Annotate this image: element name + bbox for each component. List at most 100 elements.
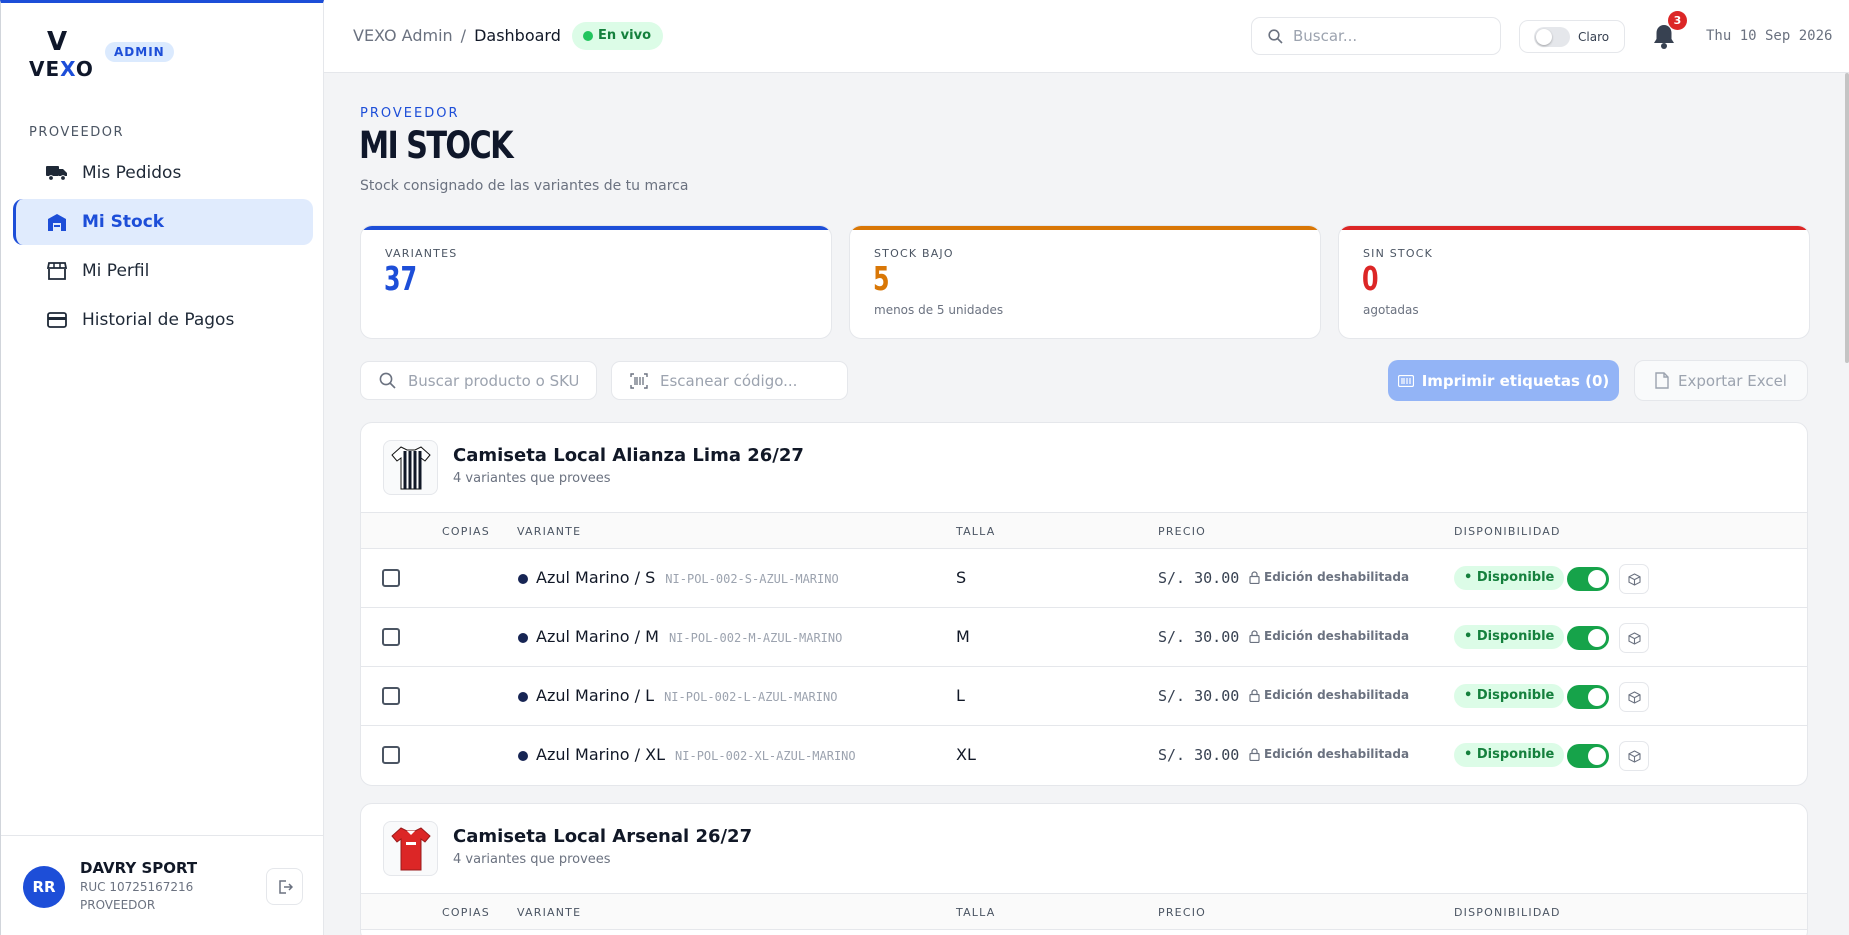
variant-sku: NI-POL-002-XL-AZUL-MARINO bbox=[675, 749, 856, 763]
sidebar-item-mi-perfil[interactable]: Mi Perfil bbox=[13, 248, 313, 294]
product-thumbnail bbox=[383, 821, 438, 876]
column-header-disponibilidad: DISPONIBILIDAD bbox=[1454, 525, 1561, 538]
logo-x: X bbox=[60, 57, 76, 81]
variant-name: Azul Marino / M bbox=[536, 627, 659, 646]
product-card-header: Camiseta Local Alianza Lima 26/27 4 vari… bbox=[361, 423, 1807, 512]
box-icon bbox=[1627, 690, 1641, 704]
variant-sku: NI-POL-002-S-AZUL-MARINO bbox=[665, 572, 839, 586]
row-checkbox[interactable] bbox=[382, 746, 400, 764]
breadcrumb-root[interactable]: VEXO Admin bbox=[353, 26, 453, 45]
product-search[interactable] bbox=[360, 361, 597, 400]
box-icon bbox=[1627, 749, 1641, 763]
availability-toggle[interactable] bbox=[1567, 685, 1609, 709]
search-icon bbox=[1268, 28, 1283, 44]
box-icon bbox=[1627, 631, 1641, 645]
edit-disabled-label: Edición deshabilitada bbox=[1264, 747, 1410, 761]
theme-toggle-switch[interactable] bbox=[1534, 26, 1570, 47]
availability-badge: • Disponible bbox=[1454, 625, 1565, 649]
product-name: Camiseta Local Alianza Lima 26/27 bbox=[453, 445, 804, 466]
product-name: Camiseta Local Arsenal 26/27 bbox=[453, 826, 753, 847]
current-date: Thu 10 Sep 2026 bbox=[1706, 28, 1833, 44]
theme-toggle-label: Claro bbox=[1578, 29, 1610, 44]
package-button[interactable] bbox=[1619, 682, 1649, 712]
column-header-copias: COPIAS bbox=[442, 525, 490, 538]
export-excel-label: Exportar Excel bbox=[1678, 371, 1787, 390]
box-icon bbox=[1627, 572, 1641, 586]
availability-badge: • Disponible bbox=[1454, 684, 1565, 708]
user-role: PROVEEDOR bbox=[80, 898, 156, 912]
sidebar-item-mis-pedidos[interactable]: Mis Pedidos bbox=[13, 150, 313, 196]
variant-sku: NI-POL-002-M-AZUL-MARINO bbox=[668, 631, 843, 645]
sidebar-item-mi-stock[interactable]: Mi Stock bbox=[13, 199, 313, 245]
edit-disabled-note: Edición deshabilitada bbox=[1249, 688, 1409, 702]
price-cell: S/. 30.00 bbox=[1158, 687, 1240, 705]
price-cell: S/. 30.00 bbox=[1158, 746, 1240, 764]
availability-toggle[interactable] bbox=[1567, 744, 1609, 768]
sidebar-nav: Mis Pedidos Mi Stock Mi Perfil Historial… bbox=[13, 150, 313, 346]
top-header: VEXO Admin / Dashboard En vivo Claro 3 Thu… bbox=[324, 0, 1849, 73]
sidebar-item-label: Mi Stock bbox=[82, 212, 165, 232]
page-scrollbar[interactable] bbox=[1845, 73, 1849, 363]
logo-post: O bbox=[75, 57, 94, 81]
availability-toggle[interactable] bbox=[1567, 567, 1609, 591]
availability-badge: • Disponible bbox=[1454, 566, 1565, 590]
logout-icon bbox=[278, 879, 293, 894]
row-checkbox[interactable] bbox=[382, 628, 400, 646]
stat-accent-bar bbox=[1339, 226, 1809, 230]
nav-section-label: PROVEEDOR bbox=[29, 125, 124, 140]
product-search-input[interactable] bbox=[408, 371, 578, 390]
stat-value: 37 bbox=[384, 259, 418, 298]
package-button[interactable] bbox=[1619, 741, 1649, 771]
package-button[interactable] bbox=[1619, 564, 1649, 594]
page-subtitle: Stock consignado de las variantes de tu … bbox=[360, 178, 689, 194]
price-cell: S/. 30.00 bbox=[1158, 628, 1240, 646]
size-cell: XL bbox=[956, 745, 976, 764]
theme-toggle[interactable]: Claro bbox=[1519, 20, 1625, 53]
color-swatch bbox=[518, 633, 528, 643]
product-card-alianza-lima: Camiseta Local Alianza Lima 26/27 4 vari… bbox=[360, 422, 1808, 786]
edit-disabled-label: Edición deshabilitada bbox=[1264, 570, 1410, 584]
print-labels-button[interactable]: Imprimir etiquetas (0) bbox=[1388, 360, 1619, 401]
row-checkbox[interactable] bbox=[382, 687, 400, 705]
availability-label: Disponible bbox=[1476, 629, 1555, 644]
product-variant-count: 4 variantes que provees bbox=[453, 852, 611, 867]
breadcrumb-current: Dashboard bbox=[474, 26, 561, 45]
lock-icon bbox=[1249, 688, 1260, 702]
edit-disabled-label: Edición deshabilitada bbox=[1264, 688, 1410, 702]
search-icon bbox=[379, 372, 396, 389]
global-search[interactable] bbox=[1251, 17, 1501, 55]
price-cell: S/. 30.00 bbox=[1158, 569, 1240, 587]
stat-card-sin-stock: SIN STOCK 0 agotadas bbox=[1338, 225, 1810, 339]
availability-toggle[interactable] bbox=[1567, 626, 1609, 650]
live-status-badge: En vivo bbox=[572, 22, 663, 50]
warehouse-icon bbox=[46, 211, 68, 233]
column-header-variante: VARIANTE bbox=[517, 906, 582, 919]
variant-sku: NI-POL-002-L-AZUL-MARINO bbox=[664, 690, 838, 704]
row-checkbox[interactable] bbox=[382, 569, 400, 587]
sidebar-item-label: Historial de Pagos bbox=[82, 310, 235, 330]
logo-wordmark: VEXO bbox=[29, 57, 94, 81]
print-labels-label: Imprimir etiquetas (0) bbox=[1421, 371, 1610, 390]
edit-disabled-label: Edición deshabilitada bbox=[1264, 629, 1410, 643]
export-excel-button[interactable]: Exportar Excel bbox=[1634, 360, 1808, 401]
breadcrumb: VEXO Admin / Dashboard bbox=[353, 26, 561, 45]
availability-label: Disponible bbox=[1476, 688, 1555, 703]
sidebar-item-historial-de-pagos[interactable]: Historial de Pagos bbox=[13, 297, 313, 343]
stat-accent-bar bbox=[850, 226, 1320, 230]
sidebar-item-label: Mi Perfil bbox=[82, 261, 150, 281]
size-cell: S bbox=[956, 568, 967, 587]
availability-label: Disponible bbox=[1476, 747, 1555, 762]
barcode-icon bbox=[1397, 374, 1414, 387]
column-header-disponibilidad: DISPONIBILIDAD bbox=[1454, 906, 1561, 919]
package-button[interactable] bbox=[1619, 623, 1649, 653]
table-row: Azul Marino / L NI-POL-002-L-AZUL-MARINO … bbox=[361, 667, 1807, 726]
logout-button[interactable] bbox=[266, 868, 303, 905]
table-header: COPIAS VARIANTE TALLA PRECIO DISPONIBILI… bbox=[361, 512, 1807, 549]
column-header-variante: VARIANTE bbox=[517, 525, 582, 538]
avatar: RR bbox=[23, 866, 65, 908]
vexo-logo[interactable]: V VEXO bbox=[29, 27, 93, 81]
barcode-scan[interactable] bbox=[611, 361, 848, 400]
edit-disabled-note: Edición deshabilitada bbox=[1249, 747, 1409, 761]
barcode-scan-input[interactable] bbox=[660, 371, 840, 390]
global-search-input[interactable] bbox=[1293, 27, 1473, 45]
